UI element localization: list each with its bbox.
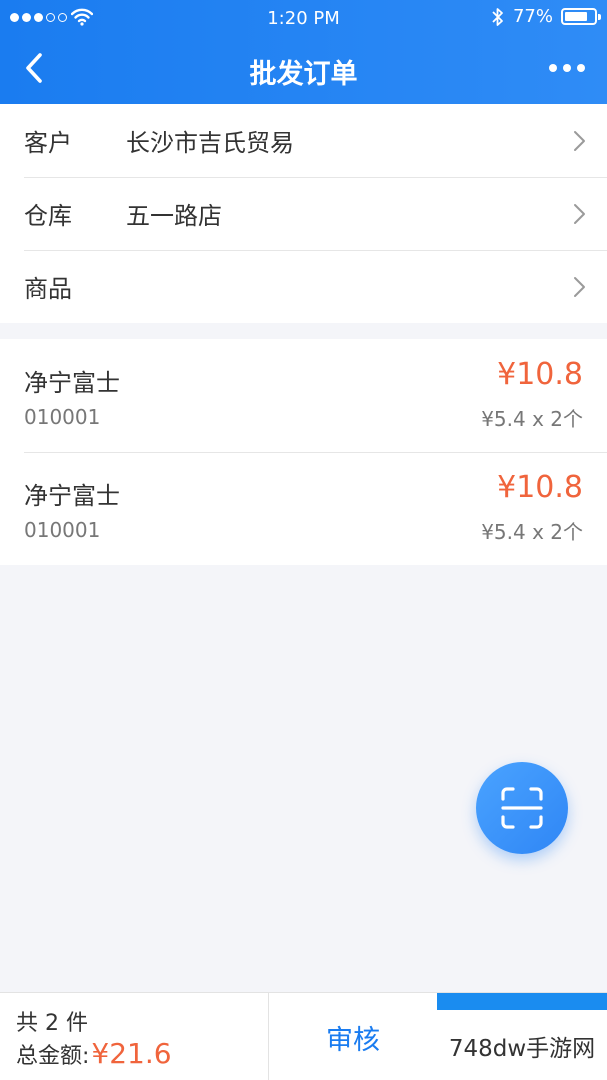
order-items-list: 净宁富士 010001 ¥10.8 ¥5.4 x 2个 净宁富士 010001 … bbox=[0, 339, 607, 565]
battery-percent: 77% bbox=[512, 6, 553, 27]
goods-label: 商品 bbox=[24, 275, 72, 303]
item-count: 共 2 件 bbox=[16, 1011, 88, 1036]
battery-fill bbox=[565, 12, 587, 21]
order-form: 客户 长沙市吉氏贸易 仓库 五一路店 商品 bbox=[0, 104, 607, 323]
item-total-price: ¥10.8 bbox=[497, 357, 583, 392]
chevron-right-icon bbox=[574, 204, 585, 224]
nav-bar: 批发订单 bbox=[0, 36, 607, 104]
page-title: 批发订单 bbox=[249, 59, 358, 90]
item-code: 010001 bbox=[24, 405, 101, 429]
bottom-bar: 共 2 件 总金额: ¥21.6 审核 748dw手游网 bbox=[0, 992, 607, 1080]
total-amount: ¥21.6 bbox=[91, 1037, 172, 1070]
list-item[interactable]: 净宁富士 010001 ¥10.8 ¥5.4 x 2个 bbox=[0, 339, 607, 452]
order-summary: 共 2 件 总金额: ¥21.6 bbox=[0, 993, 268, 1080]
more-button[interactable] bbox=[543, 48, 591, 88]
more-horizontal-icon bbox=[577, 64, 585, 72]
bluetooth-icon bbox=[492, 7, 503, 26]
chevron-right-icon bbox=[574, 277, 585, 297]
status-bar: 1:20 PM 77% bbox=[0, 0, 607, 36]
watermark: 748dw手游网 bbox=[437, 1010, 607, 1080]
warehouse-row[interactable]: 仓库 五一路店 bbox=[0, 177, 607, 250]
item-code: 010001 bbox=[24, 518, 101, 542]
battery-tip bbox=[598, 14, 601, 20]
audit-button[interactable]: 审核 bbox=[268, 993, 437, 1080]
item-total-price: ¥10.8 bbox=[497, 470, 583, 505]
total-line: 总金额: ¥21.6 bbox=[16, 1037, 172, 1070]
status-right: 77% bbox=[491, 6, 601, 27]
more-horizontal-icon bbox=[563, 64, 571, 72]
battery-icon bbox=[561, 8, 601, 25]
customer-value: 长沙市吉氏贸易 bbox=[126, 129, 294, 157]
item-name: 净宁富士 bbox=[24, 482, 120, 510]
customer-row[interactable]: 客户 长沙市吉氏贸易 bbox=[0, 104, 607, 177]
scan-button[interactable] bbox=[476, 762, 568, 854]
more-horizontal-icon bbox=[549, 64, 557, 72]
warehouse-label: 仓库 bbox=[24, 202, 72, 230]
item-name: 净宁富士 bbox=[24, 369, 120, 397]
item-unit-detail: ¥5.4 x 2个 bbox=[481, 520, 583, 544]
chevron-right-icon bbox=[574, 131, 585, 151]
customer-label: 客户 bbox=[24, 129, 72, 157]
scan-icon bbox=[501, 787, 543, 829]
goods-row[interactable]: 商品 bbox=[0, 250, 607, 323]
item-unit-detail: ¥5.4 x 2个 bbox=[481, 407, 583, 431]
back-button[interactable] bbox=[14, 48, 54, 88]
app-header: 1:20 PM 77% 批发订单 bbox=[0, 0, 607, 104]
chevron-left-icon bbox=[26, 53, 42, 83]
warehouse-value: 五一路店 bbox=[126, 202, 222, 230]
list-item[interactable]: 净宁富士 010001 ¥10.8 ¥5.4 x 2个 bbox=[0, 452, 607, 565]
primary-action-button[interactable] bbox=[437, 993, 607, 1010]
total-label: 总金额: bbox=[16, 1044, 90, 1069]
